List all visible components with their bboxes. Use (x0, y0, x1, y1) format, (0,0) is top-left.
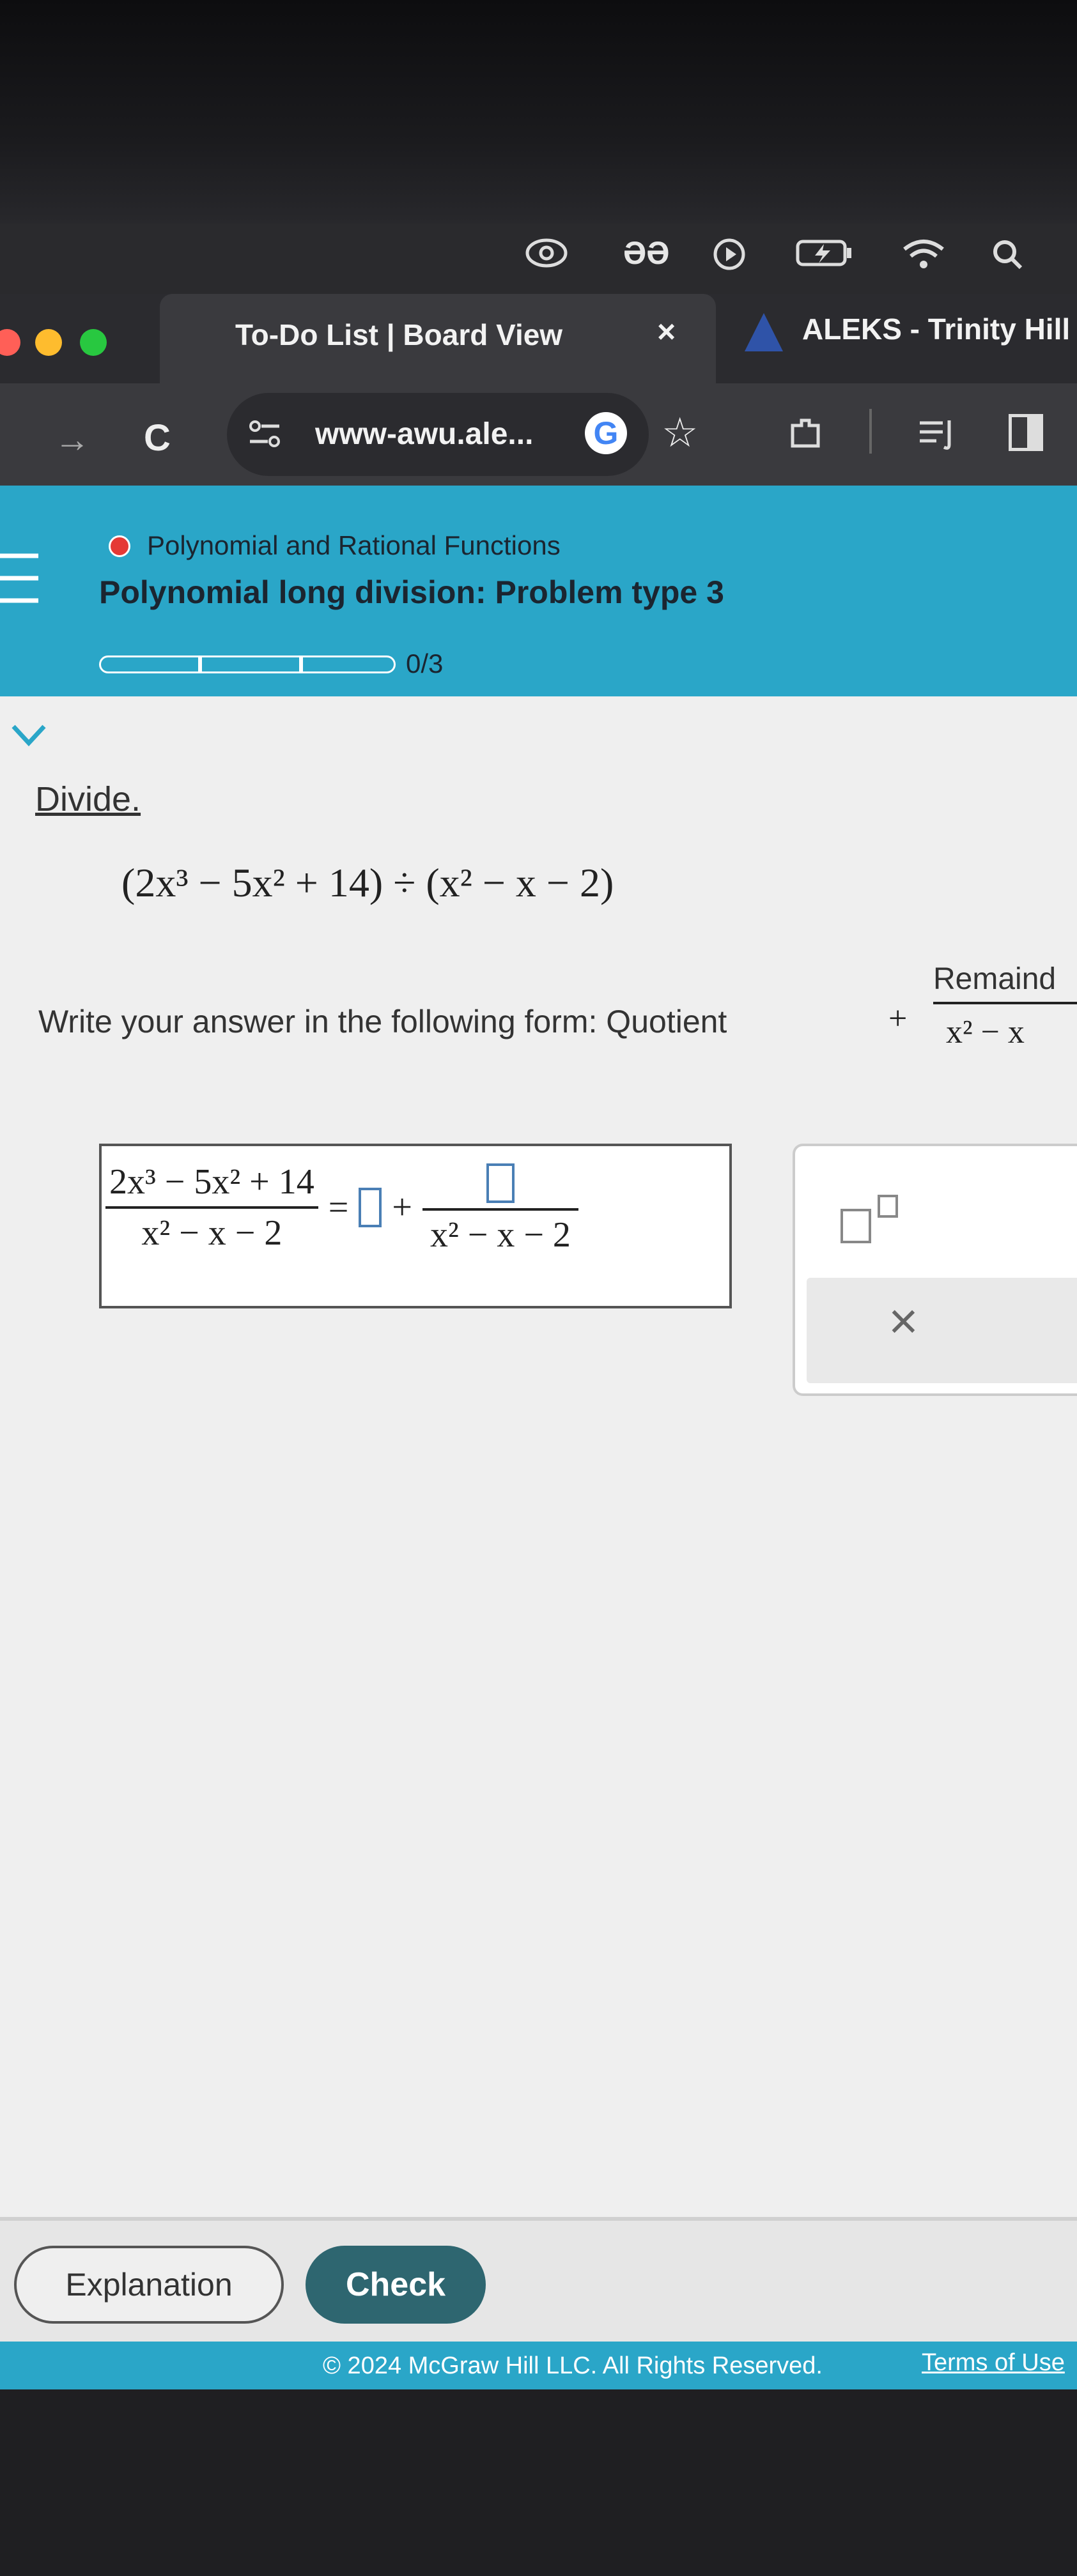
site-settings-icon[interactable] (246, 418, 284, 450)
explanation-button[interactable]: Explanation (14, 2246, 284, 2324)
exponent-base-box (841, 1209, 871, 1243)
check-button[interactable]: Check (306, 2246, 486, 2324)
forward-icon[interactable]: → (54, 418, 90, 460)
creative-cloud-icon[interactable] (524, 238, 569, 268)
form-divisor: x² − x (946, 1014, 1025, 1050)
form-plus: + (888, 1000, 908, 1037)
answer-plus: + (392, 1188, 412, 1228)
bookmark-star-icon[interactable]: ☆ (662, 409, 698, 457)
form-remainder-label: Remaind (933, 962, 1077, 1004)
divide-sign: ÷ (393, 860, 416, 905)
zoom-window-button[interactable] (80, 329, 107, 356)
clear-x-icon[interactable]: × (888, 1292, 918, 1351)
screen-bezel (0, 0, 1077, 236)
progress-segment-3 (301, 656, 396, 673)
exponent-button[interactable] (841, 1195, 902, 1248)
equals-sign: = (328, 1188, 349, 1228)
remainder-numerator (422, 1160, 578, 1211)
copyright-text: © 2024 McGraw Hill LLC. All Rights Reser… (323, 2352, 823, 2379)
remainder-input[interactable] (486, 1163, 515, 1204)
extensions-icon[interactable] (786, 414, 825, 452)
play-icon[interactable] (713, 238, 746, 270)
clear-button[interactable] (807, 1278, 1077, 1383)
topic-label: Polynomial and Rational Functions (147, 530, 561, 560)
progress-count: 0/3 (406, 648, 444, 678)
quotient-input[interactable] (359, 1188, 382, 1228)
tab-aleks-label[interactable]: ALEKS - Trinity Hill - (802, 312, 1077, 346)
screen-bezel-bottom (0, 2389, 1077, 2576)
toolbar-divider (869, 409, 872, 454)
reading-list-icon[interactable] (917, 415, 956, 451)
menu-icon[interactable] (0, 549, 45, 613)
progress-segment-1 (99, 656, 200, 673)
url-text[interactable]: www-awu.ale... (315, 417, 533, 452)
divide-instruction[interactable]: Divide. (35, 779, 141, 819)
search-icon[interactable] (991, 238, 1024, 270)
battery-icon[interactable] (796, 238, 853, 268)
page-title: Polynomial long division: Problem type 3 (99, 574, 724, 610)
problem-area (0, 696, 1077, 2217)
tab-close-icon[interactable]: × (657, 313, 676, 350)
dividend: (2x³ − 5x² + 14) (121, 860, 384, 905)
rhs-denominator: x² − x − 2 (430, 1215, 571, 1255)
wifi-icon[interactable] (901, 238, 946, 268)
division-expression: (2x³ − 5x² + 14) ÷ (x² − x − 2) (121, 859, 614, 907)
lhs-fraction: 2x³ − 5x² + 14 x² − x − 2 (105, 1162, 318, 1254)
minimize-window-button[interactable] (35, 329, 62, 356)
answer-equation: 2x³ − 5x² + 14 x² − x − 2 = + x² − x − 2 (105, 1160, 578, 1255)
tab-todo-list-label: To-Do List | Board View (235, 318, 563, 351)
form-fraction: Remaind x² − x (933, 962, 1077, 1051)
lhs-numerator: 2x³ − 5x² + 14 (105, 1162, 318, 1209)
reload-icon[interactable]: C (144, 417, 171, 459)
sidebar-toggle-icon[interactable] (1009, 414, 1043, 451)
rhs-fraction: x² − x − 2 (422, 1160, 578, 1255)
terms-of-use-link[interactable]: Terms of Use (922, 2349, 1077, 2377)
divisor: (x² − x − 2) (426, 860, 614, 905)
topic-status-dot (109, 535, 130, 557)
exponent-power-box (878, 1195, 898, 1218)
collapse-chevron-icon[interactable] (10, 719, 48, 751)
answer-form-prompt: Write your answer in the following form:… (38, 1004, 727, 1039)
google-icon[interactable]: G (585, 412, 627, 454)
ai-icon[interactable]: ƏƏ (623, 237, 670, 269)
progress-segment-2 (200, 656, 301, 673)
lhs-denominator: x² − x − 2 (141, 1213, 283, 1254)
